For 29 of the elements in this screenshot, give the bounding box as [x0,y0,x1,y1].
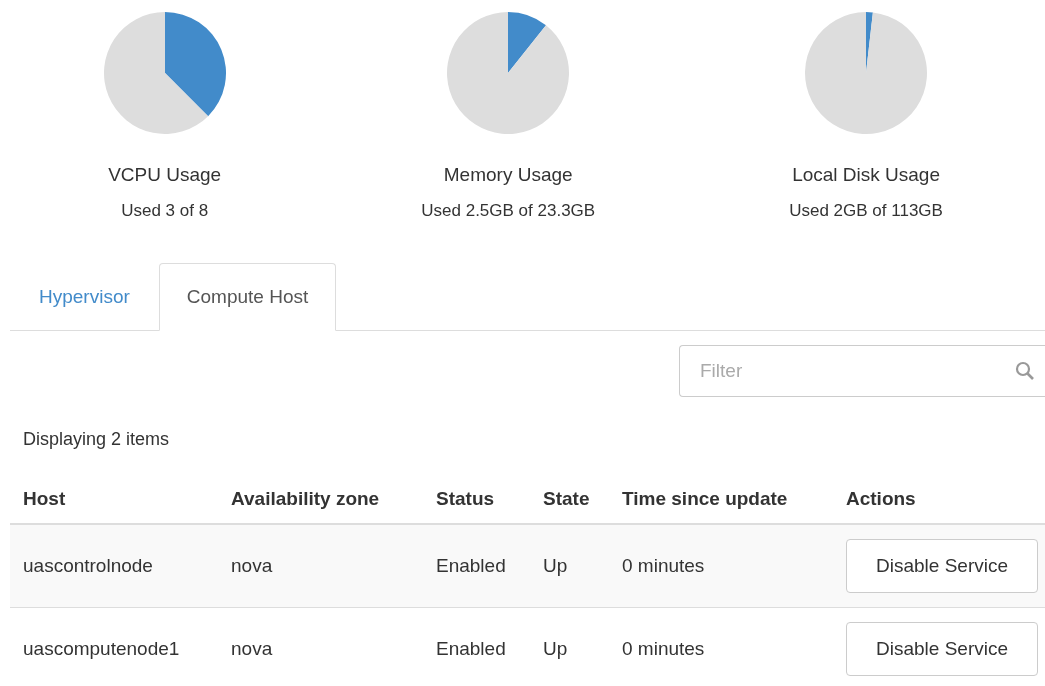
column-header: Availability zone [231,488,380,509]
search-icon [1015,361,1035,381]
usage-title: VCPU Usage [108,163,222,187]
table-cell: Enabled [436,554,506,576]
table-cell: 0 minutes [622,554,705,576]
column-header: Actions [846,488,916,509]
disable-service-button[interactable]: Disable Service [846,622,1038,676]
table-cell: uascomputenode1 [23,637,180,659]
table-cell: Up [543,554,568,576]
column-header: Time since update [622,488,788,509]
table-cell: 0 minutes [622,637,705,659]
disable-service-button[interactable]: Disable Service [846,539,1038,593]
column-header: Host [23,488,66,509]
table-cell: nova [231,554,273,576]
tab[interactable]: Compute Host [158,263,337,331]
filter-field[interactable]: Filter [679,345,1045,397]
usage-text: Used 3 of 8 [121,200,209,222]
usage-text: Used 2GB of 113GB [789,200,943,222]
column-header: Status [436,488,495,509]
tab[interactable]: Hypervisor [10,263,159,331]
table-cell: Enabled [436,637,506,659]
column-header: State [543,488,590,509]
usage-title: Memory Usage [443,163,573,187]
table-cell: nova [231,637,273,659]
usage-text: Used 2.5GB of 23.3GB [421,200,596,222]
table-cell: uascontrolnode [23,554,153,576]
item-count: Displaying 2 items [23,428,170,451]
usage-title: Local Disk Usage [792,163,940,187]
table-cell: Up [543,637,568,659]
